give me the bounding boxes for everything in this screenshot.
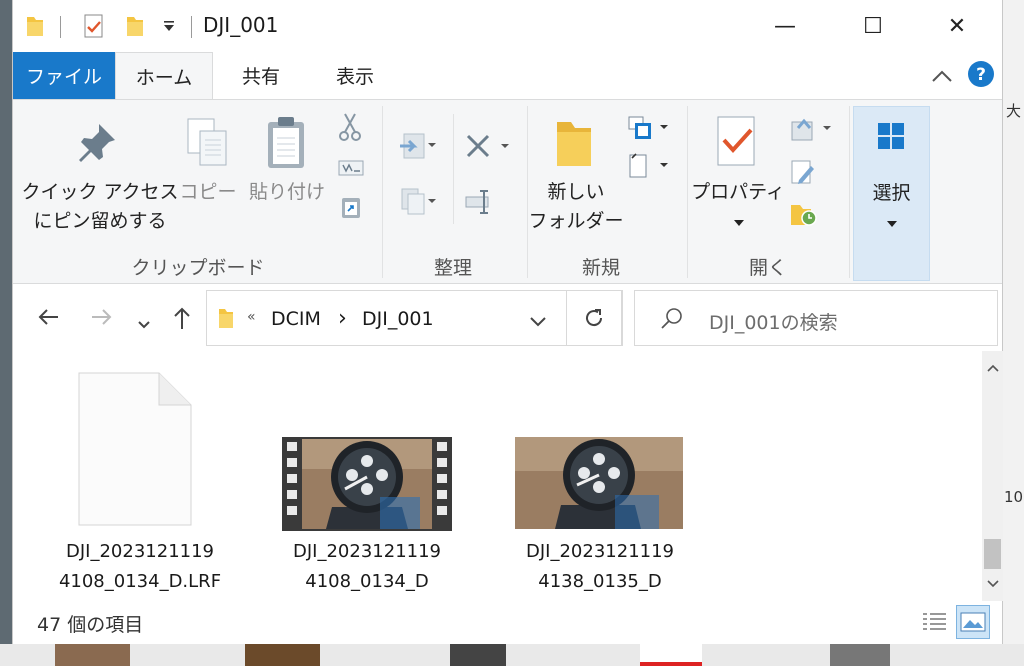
desktop-text: 10 [1004, 488, 1024, 506]
maximize-button[interactable]: ☐ [850, 0, 896, 52]
folder-icon [25, 14, 45, 42]
scroll-up-icon[interactable] [982, 353, 1003, 383]
blank-file-icon [77, 371, 193, 531]
file-name-line2: 4138_0135_D [538, 571, 662, 592]
title-bar: DJI_001 — ☐ ✕ [13, 0, 1002, 52]
close-button[interactable]: ✕ [934, 0, 980, 52]
tab-share[interactable]: 共有 [225, 52, 297, 99]
file-name-line1: DJI_2023121119 [66, 541, 214, 562]
refresh-button[interactable] [566, 290, 622, 346]
tab-file[interactable]: ファイル [13, 52, 115, 99]
copy-to-icon[interactable] [398, 186, 438, 220]
paste-icon[interactable] [265, 114, 307, 176]
minimize-button[interactable]: — [762, 0, 808, 52]
pin-quick-access-label-2[interactable]: にピン留めする [19, 207, 181, 236]
customize-quick-access-icon[interactable] [163, 18, 175, 37]
breadcrumb-separator[interactable]: › [338, 306, 347, 331]
select-button[interactable]: 選択 [853, 106, 930, 281]
copy-icon[interactable] [185, 116, 231, 174]
properties-button[interactable]: プロパティ [689, 178, 787, 207]
address-history-chevron-icon[interactable] [529, 313, 547, 332]
address-bar[interactable]: « DCIM › DJI_001 [206, 290, 623, 346]
tab-home[interactable]: ホーム [115, 52, 213, 100]
back-arrow-icon[interactable] [37, 305, 61, 335]
breadcrumb-dcim[interactable]: DCIM [271, 308, 321, 330]
desktop-thumbnail [245, 644, 320, 666]
refresh-icon [586, 309, 603, 327]
ribbon-home: クイック アクセス にピン留めする コピー 貼り付け クリップボード 整理 新し… [13, 99, 1002, 284]
select-dropdown-icon [886, 213, 898, 232]
pin-quick-access-label-1[interactable]: クイック アクセス [19, 178, 181, 207]
move-to-icon[interactable] [398, 130, 438, 164]
recent-locations-chevron-icon[interactable] [137, 311, 151, 336]
paste-shortcut-icon[interactable] [340, 194, 362, 224]
tab-view[interactable]: 表示 [319, 52, 391, 99]
edit-icon[interactable] [789, 158, 817, 192]
properties-quick-icon[interactable] [83, 14, 105, 42]
desktop-right-edge: 大 10 [1003, 0, 1024, 666]
new-folder-quick-icon[interactable] [125, 14, 145, 42]
status-bar: 47 個の項目 [13, 601, 1002, 644]
desktop-thumbnail [450, 644, 506, 666]
large-icons-view-icon [960, 612, 986, 632]
address-folder-icon [217, 306, 235, 334]
file-name-line1: DJI_2023121119 [293, 541, 441, 562]
organize-group-label: 整理 [433, 257, 472, 279]
pin-icon[interactable] [75, 120, 119, 168]
help-text: ? [976, 65, 986, 85]
file-name-line2: 4108_0134_D.LRF [58, 571, 222, 592]
vertical-scrollbar[interactable] [982, 351, 1003, 601]
details-view-button[interactable] [917, 605, 951, 639]
desktop-thumbnail [640, 644, 702, 666]
new-folder-icon[interactable] [553, 116, 595, 174]
scissors-icon[interactable] [338, 112, 362, 146]
scrollbar-thumb[interactable] [984, 539, 1001, 569]
file-name-line2: 4108_0134_D [305, 571, 429, 592]
help-button[interactable]: ? [967, 60, 995, 92]
history-icon[interactable] [789, 200, 819, 232]
new-group-label: 新規 [581, 257, 620, 279]
file-list: DJI_2023121119 4108_0134_D.LRF DJI_20231… [13, 351, 982, 601]
desktop-text: 大 [1006, 102, 1022, 120]
breadcrumb-dji-001[interactable]: DJI_001 [362, 308, 434, 330]
open-group-label: 開く [748, 257, 787, 279]
open-icon[interactable] [789, 114, 835, 148]
scroll-down-icon[interactable] [982, 569, 1003, 599]
video-thumbnail-icon [282, 437, 452, 535]
window-title: DJI_001 [203, 13, 279, 37]
file-name-line1: DJI_2023121119 [526, 541, 674, 562]
easy-access-icon[interactable] [626, 152, 672, 186]
image-thumbnail-icon [515, 437, 683, 533]
desktop-thumbnail [55, 644, 130, 666]
search-icon [659, 307, 685, 335]
collapse-ribbon-icon[interactable] [931, 68, 953, 87]
navigation-bar: « DCIM › DJI_001 DJI_001の検索 [13, 285, 1002, 351]
clipboard-group-label: クリップボード [131, 257, 265, 279]
search-input[interactable]: DJI_001の検索 [709, 308, 838, 335]
forward-arrow-icon[interactable] [89, 305, 113, 335]
search-box[interactable]: DJI_001の検索 [634, 290, 998, 346]
new-folder-label-2[interactable]: フォルダー [527, 207, 625, 236]
large-icons-view-button[interactable] [956, 605, 990, 639]
item-count: 47 個の項目 [37, 614, 144, 636]
rename-icon[interactable] [464, 188, 494, 220]
delete-icon[interactable] [464, 132, 512, 164]
properties-icon[interactable] [714, 114, 760, 174]
address-overflow[interactable]: « [247, 309, 256, 325]
properties-dropdown-icon[interactable] [733, 212, 745, 231]
details-view-icon [923, 613, 946, 630]
ribbon-tabs: ファイル ホーム 共有 表示 ? [13, 52, 1002, 100]
explorer-window: DJI_001 — ☐ ✕ ファイル ホーム 共有 表示 ? クイック アクセス… [12, 0, 1003, 644]
copy-button[interactable]: コピー [177, 178, 239, 207]
new-folder-label-1[interactable]: 新しい [537, 178, 615, 207]
copy-path-icon[interactable] [338, 160, 364, 180]
select-grid-icon [876, 121, 906, 155]
up-arrow-icon[interactable] [171, 305, 193, 337]
desktop-thumbnail [830, 644, 890, 666]
new-item-icon[interactable] [626, 114, 672, 148]
paste-button[interactable]: 貼り付け [245, 178, 329, 207]
select-label: 選択 [872, 182, 911, 204]
